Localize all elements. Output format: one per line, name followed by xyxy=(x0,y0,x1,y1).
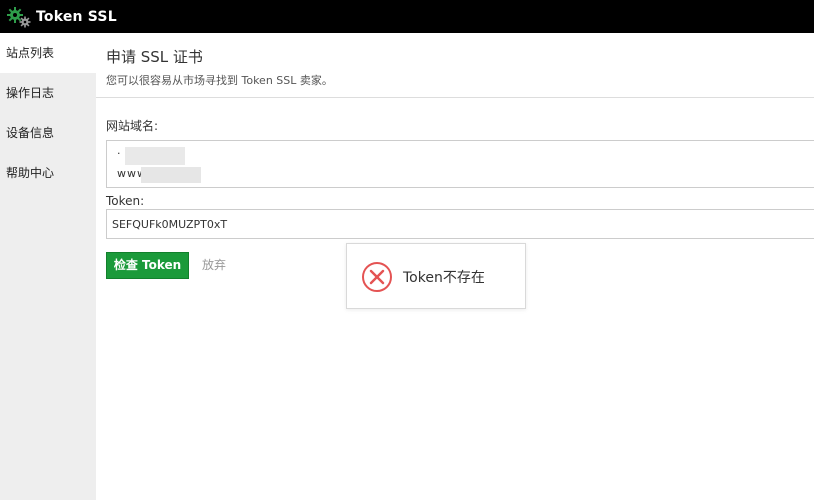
check-token-button[interactable]: 检查 Token xyxy=(106,252,189,279)
error-toast: Token不存在 xyxy=(346,243,526,309)
error-circle-icon xyxy=(361,261,393,293)
token-input[interactable] xyxy=(106,209,814,239)
sidebar-item-logs[interactable]: 操作日志 xyxy=(0,73,96,113)
sidebar-item-help[interactable]: 帮助中心 xyxy=(0,153,96,193)
redaction-blur xyxy=(141,167,201,183)
page-title: 申请 SSL 证书 xyxy=(106,48,203,66)
sidebar-item-sites[interactable]: 站点列表 xyxy=(0,33,96,73)
cancel-button[interactable]: 放弃 xyxy=(202,252,226,279)
token-label: Token: xyxy=(106,194,145,208)
sidebar-item-device[interactable]: 设备信息 xyxy=(0,113,96,153)
divider xyxy=(96,97,814,98)
toast-message: Token不存在 xyxy=(403,270,485,286)
domain-line-1: · xyxy=(117,147,121,160)
page-subtitle: 您可以很容易从市场寻找到 Token SSL 卖家。 xyxy=(106,74,333,87)
gears-icon xyxy=(6,6,32,28)
domain-label: 网站域名: xyxy=(106,119,159,133)
redaction-blur xyxy=(125,147,185,165)
domain-field[interactable]: · www. .n xyxy=(106,140,814,188)
sidebar: 站点列表 操作日志 设备信息 帮助中心 xyxy=(0,33,96,500)
top-bar: Token SSL xyxy=(0,0,814,33)
app-title: Token SSL xyxy=(36,8,117,25)
